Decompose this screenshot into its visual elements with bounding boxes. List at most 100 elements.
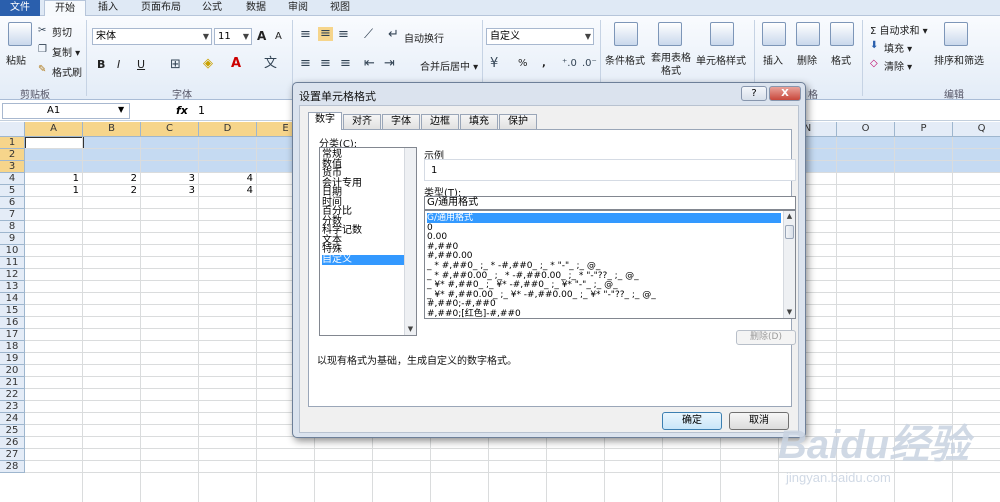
row-header[interactable]: 11 — [0, 257, 25, 269]
grow-font-button[interactable]: A — [257, 29, 266, 43]
row-header[interactable]: 12 — [0, 269, 25, 281]
scrollbar-thumb[interactable] — [785, 225, 794, 239]
tab-view[interactable]: 视图 — [322, 0, 358, 16]
row-header[interactable]: 8 — [0, 221, 25, 233]
format-painter-button[interactable]: 格式刷 — [52, 64, 82, 79]
scroll-down-icon[interactable]: ▼ — [405, 324, 416, 335]
tab-insert[interactable]: 插入 — [90, 0, 126, 16]
row-header[interactable]: 9 — [0, 233, 25, 245]
format-type-item[interactable]: #,##0;[红色]-#,##0 — [427, 309, 521, 318]
align-left-icon[interactable]: ≡ — [300, 57, 311, 71]
percent-button[interactable]: % — [518, 58, 528, 69]
decrease-decimal-icon[interactable]: .0⁻ — [582, 57, 597, 71]
number-format-select[interactable]: 自定义 ▼ — [486, 28, 594, 45]
font-color-icon[interactable]: A — [231, 57, 241, 71]
category-list[interactable]: 常规 数值 货币 会计专用 日期 时间 百分比 分数 科学记数 文本 特殊 自定义 ▼ — [319, 147, 417, 336]
row-header[interactable]: 28 — [0, 461, 25, 473]
formula-input[interactable]: 1 — [198, 104, 205, 117]
tab-fill[interactable]: 填充 — [460, 114, 498, 129]
table-format-button[interactable]: 套用表格格式 — [648, 52, 694, 78]
chevron-down-icon[interactable]: ▼ — [118, 105, 124, 114]
column-header[interactable]: O — [837, 122, 895, 137]
currency-icon[interactable]: ¥ — [490, 57, 498, 71]
tab-data[interactable]: 数据 — [238, 0, 274, 16]
cell-value[interactable]: 2 — [83, 173, 137, 184]
comma-button[interactable]: , — [542, 58, 546, 69]
tab-number[interactable]: 数字 — [308, 112, 342, 130]
scroll-down-icon[interactable]: ▼ — [784, 307, 795, 318]
increase-indent-icon[interactable]: ⇥ — [384, 57, 395, 71]
tab-home[interactable]: 开始 — [44, 0, 86, 17]
scroll-up-icon[interactable]: ▲ — [784, 211, 795, 222]
cell-value[interactable]: 2 — [83, 185, 137, 196]
italic-button[interactable]: I — [117, 58, 120, 71]
row-header[interactable]: 2 — [0, 149, 25, 161]
align-top-icon[interactable]: ≡ — [300, 28, 311, 42]
row-header[interactable]: 19 — [0, 353, 25, 365]
tab-formulas[interactable]: 公式 — [194, 0, 230, 16]
format-type-item[interactable]: #,##0.00 — [427, 251, 473, 261]
merge-center-button[interactable]: 合并后居中 ▾ — [420, 58, 478, 73]
wrap-text-button[interactable]: 自动换行 — [404, 30, 444, 45]
row-header[interactable]: 7 — [0, 209, 25, 221]
row-header[interactable]: 20 — [0, 365, 25, 377]
tab-font[interactable]: 字体 — [382, 114, 420, 129]
row-header[interactable]: 13 — [0, 281, 25, 293]
orientation-icon[interactable]: ⟋ — [364, 28, 373, 42]
delete-cells-button[interactable]: 删除 — [797, 52, 817, 67]
underline-button[interactable]: U — [137, 58, 145, 71]
format-type-item[interactable]: #,##0 — [427, 242, 458, 252]
row-header[interactable]: 21 — [0, 377, 25, 389]
insert-cells-button[interactable]: 插入 — [763, 52, 783, 67]
format-type-item[interactable]: #,##0;-#,##0 — [427, 299, 496, 309]
format-type-item[interactable]: _ * #,##0_ ;_ * -#,##0_ ;_ * "-"_ ;_ @_ — [427, 261, 600, 271]
row-header[interactable]: 4 — [0, 173, 25, 185]
insert-function-button[interactable]: fx — [176, 104, 188, 117]
fill-button[interactable]: 填充 ▾ — [884, 40, 912, 55]
tab-file[interactable]: 文件 — [0, 0, 40, 16]
row-header[interactable]: 5 — [0, 185, 25, 197]
cell-styles-button[interactable]: 单元格样式 — [696, 52, 746, 67]
decrease-indent-icon[interactable]: ⇤ — [364, 57, 375, 71]
row-header[interactable]: 22 — [0, 389, 25, 401]
tab-protection[interactable]: 保护 — [499, 114, 537, 129]
row-header[interactable]: 17 — [0, 329, 25, 341]
ok-button[interactable]: 确定 — [662, 412, 722, 430]
column-header[interactable]: Q — [953, 122, 1000, 137]
column-header[interactable]: C — [141, 122, 199, 137]
row-header[interactable]: 26 — [0, 437, 25, 449]
column-header[interactable]: D — [199, 122, 257, 137]
cell-value[interactable]: 4 — [199, 173, 253, 184]
bold-button[interactable]: B — [97, 58, 105, 71]
sort-filter-button[interactable]: 排序和筛选 — [934, 52, 984, 67]
paste-icon[interactable] — [8, 22, 32, 46]
format-type-item[interactable]: _ * #,##0.00_ ;_ * -#,##0.00_ ;_ * "-"??… — [427, 271, 639, 281]
type-list-scrollbar[interactable]: ▲ ▼ — [783, 211, 795, 318]
fill-color-icon[interactable]: ◈ — [203, 57, 213, 71]
align-bottom-icon[interactable]: ≡ — [338, 28, 349, 42]
align-right-icon[interactable]: ≡ — [340, 57, 351, 71]
cut-button[interactable]: 剪切 — [52, 24, 72, 39]
row-header[interactable]: 16 — [0, 317, 25, 329]
cell-value[interactable]: 4 — [199, 185, 253, 196]
row-header[interactable]: 1 — [0, 137, 25, 149]
row-header[interactable]: 18 — [0, 341, 25, 353]
help-button[interactable]: ? — [741, 86, 767, 101]
format-type-item[interactable]: _ ¥* #,##0_ ;_ ¥* -#,##0_ ;_ ¥* "-"_ ;_ … — [427, 280, 618, 290]
phonetic-icon[interactable]: 文 — [264, 57, 277, 71]
autosum-button[interactable]: Σ 自动求和 ▾ — [870, 22, 928, 37]
font-size-select[interactable]: 11 ▼ — [214, 28, 252, 45]
close-button[interactable]: X — [769, 86, 801, 101]
cell-value[interactable]: 1 — [25, 185, 79, 196]
row-header[interactable]: 24 — [0, 413, 25, 425]
tab-page-layout[interactable]: 页面布局 — [132, 0, 190, 16]
cell-value[interactable]: 3 — [141, 173, 195, 184]
cell-value[interactable]: 3 — [141, 185, 195, 196]
tab-border[interactable]: 边框 — [421, 114, 459, 129]
clear-button[interactable]: 清除 ▾ — [884, 58, 912, 73]
row-header[interactable]: 27 — [0, 449, 25, 461]
format-type-item[interactable]: _ ¥* #,##0.00_ ;_ ¥* -#,##0.00_ ;_ ¥* "-… — [427, 290, 656, 300]
type-list[interactable]: G/通用格式 0 0.00 #,##0 #,##0.00 _ * #,##0_ ;_ * … — [424, 210, 796, 319]
conditional-format-button[interactable]: 条件格式 — [605, 52, 645, 67]
row-header[interactable]: 25 — [0, 425, 25, 437]
